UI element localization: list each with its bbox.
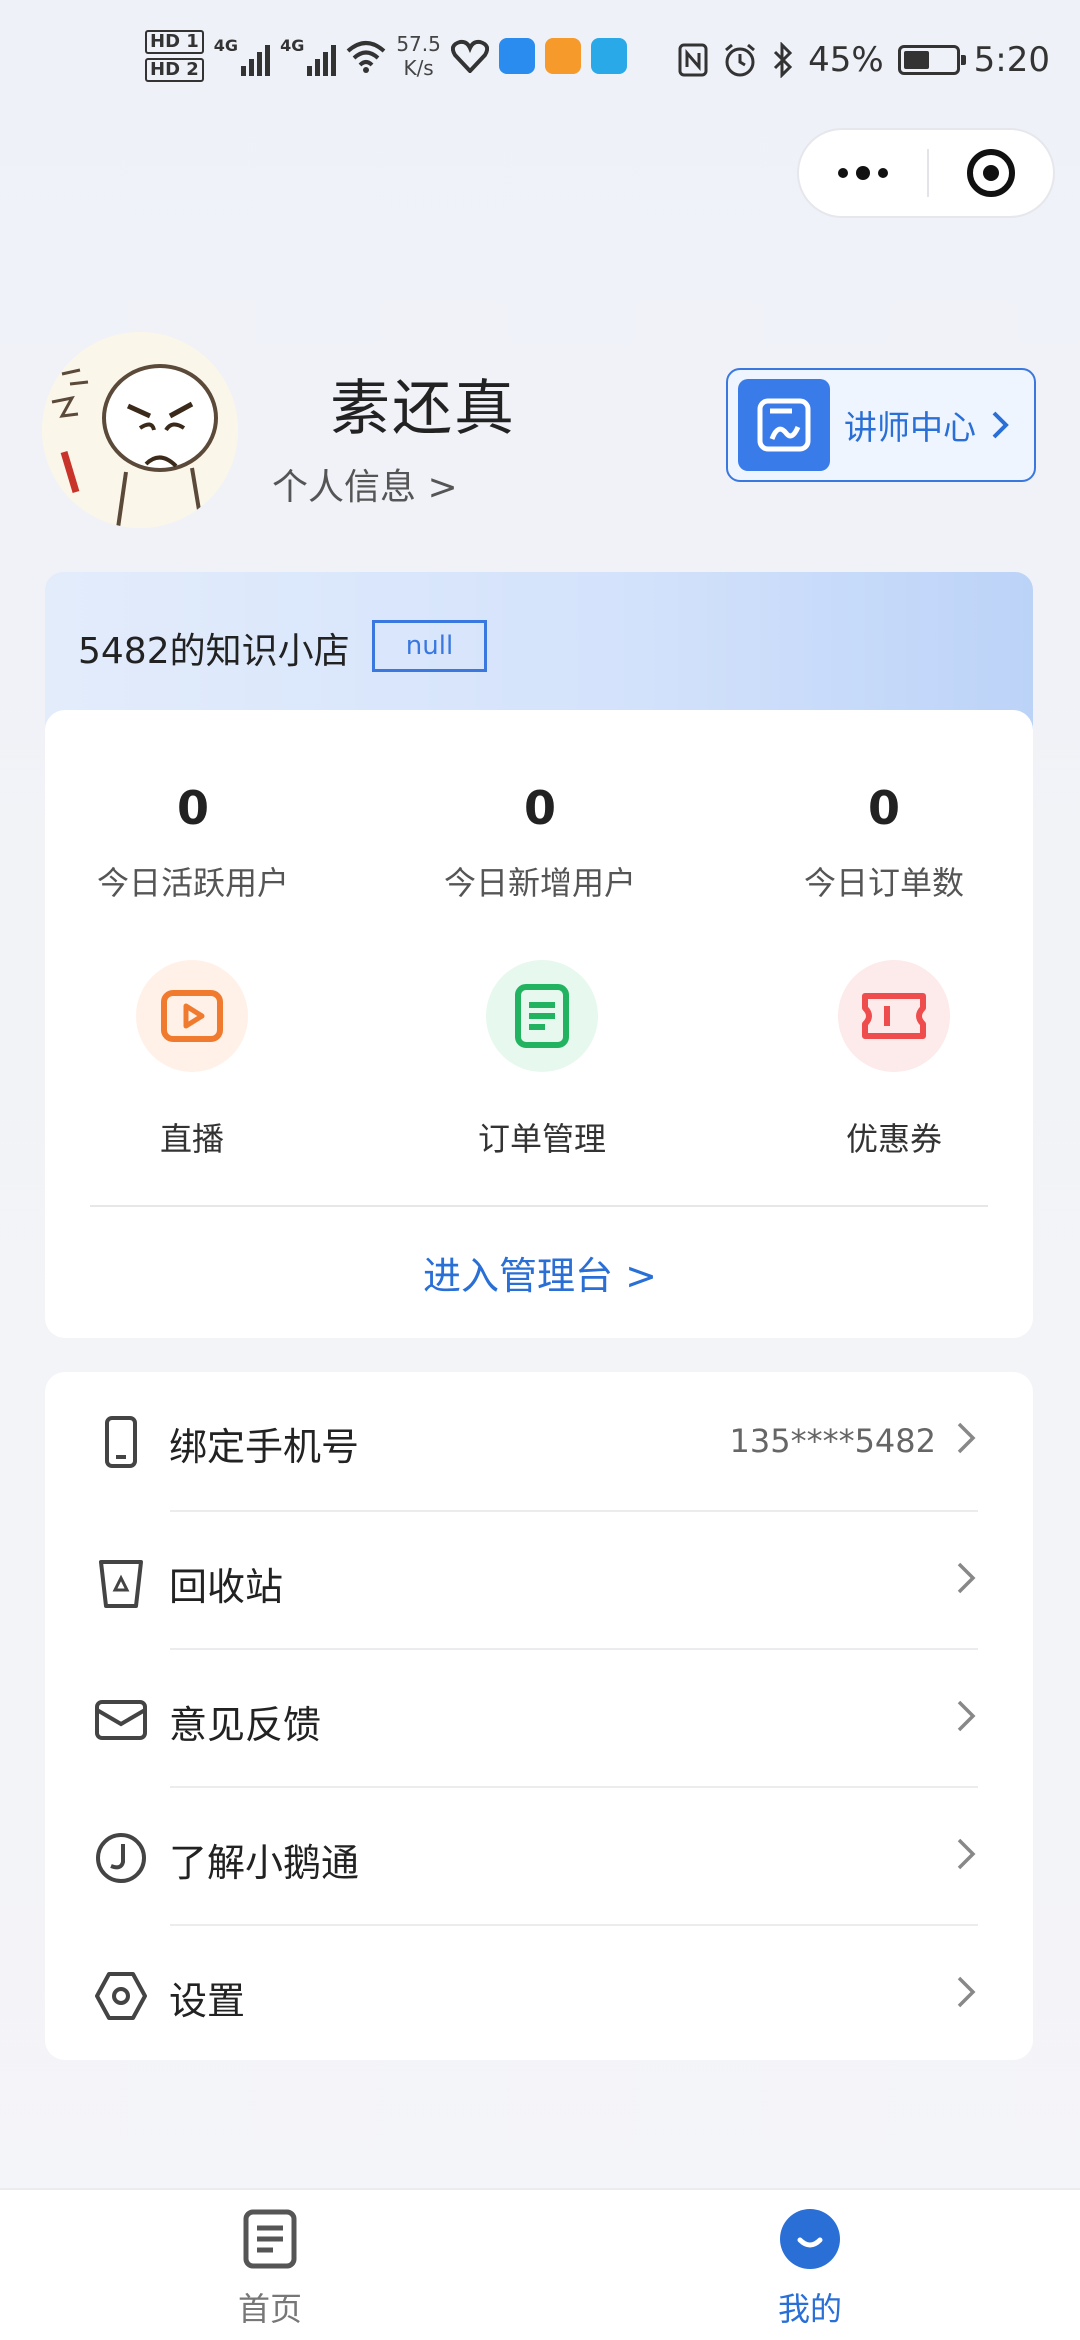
more-button[interactable] <box>799 130 927 216</box>
heart-app-icon <box>450 39 489 73</box>
stat-value: 0 <box>867 781 900 835</box>
miniprogram-capsule <box>797 128 1055 218</box>
shop-divider <box>90 1205 988 1207</box>
func-coupon[interactable]: 优惠券 <box>764 960 1024 1160</box>
battery-percent: 45% <box>808 40 884 80</box>
lecturer-icon <box>738 379 830 471</box>
stat-orders-today[interactable]: 0 今日订单数 <box>734 780 1034 904</box>
video-app-icon <box>544 38 581 74</box>
func-label: 订单管理 <box>477 1120 606 1158</box>
func-label: 优惠券 <box>845 1120 942 1158</box>
tab-bar <box>0 2188 1080 2340</box>
chevron-right-icon <box>957 1700 976 1732</box>
signal-icon: 4G <box>213 36 271 76</box>
chevron-right-icon <box>957 1976 976 2008</box>
hd2-badge: HD 2 <box>145 58 204 82</box>
menu-label: 绑定手机号 <box>169 1425 360 1469</box>
shop-tag: null <box>372 620 487 672</box>
net-speed: 57.5 K/s <box>396 32 441 80</box>
weather-app-icon <box>498 38 535 74</box>
mail-icon <box>95 1700 147 1740</box>
status-left: HD 1 HD 2 4G 4G 57.5 K/s <box>145 30 627 82</box>
coupon-icon <box>838 960 950 1072</box>
func-order-management[interactable]: 订单管理 <box>412 960 672 1160</box>
username: 素还真 <box>330 374 516 444</box>
personal-info-link[interactable]: 个人信息 > <box>272 458 458 510</box>
stat-new-users[interactable]: 0 今日新增用户 <box>390 780 690 904</box>
signal-icon-2: 4G <box>280 36 337 76</box>
live-icon <box>136 960 248 1072</box>
menu-label: 设置 <box>169 1979 246 2023</box>
func-live[interactable]: 直播 <box>62 960 322 1160</box>
tab-mine[interactable]: 我的 <box>710 2208 910 2330</box>
shop-title: 5482的知识小店 <box>78 631 350 672</box>
order-icon <box>486 960 598 1072</box>
menu-label: 回收站 <box>169 1565 284 1609</box>
menu-value: 135****5482 <box>729 1422 936 1460</box>
chevron-right-icon <box>992 411 1009 439</box>
nfc-icon <box>678 43 708 77</box>
close-target-icon <box>967 149 1015 197</box>
close-button[interactable] <box>929 130 1053 216</box>
battery-icon <box>897 45 966 75</box>
home-doc-icon <box>243 2209 297 2269</box>
status-bar: HD 1 HD 2 4G 4G 57.5 K/s 45% 5:20 <box>0 0 1080 130</box>
tab-home[interactable]: 首页 <box>170 2208 370 2330</box>
goose-icon <box>96 1833 146 1883</box>
wifi-icon <box>347 41 386 73</box>
phone-icon <box>105 1416 137 1468</box>
net-speed-value: 57.5 <box>396 32 441 56</box>
enter-admin-link[interactable]: 进入管理台 > <box>0 1245 1080 1300</box>
stat-value: 0 <box>523 781 556 835</box>
tab-label: 首页 <box>237 2290 302 2328</box>
alarm-icon <box>725 43 756 77</box>
settings-icon <box>95 1972 147 2020</box>
lecturer-label: 讲师中心 <box>844 408 976 447</box>
clock: 5:20 <box>973 40 1050 80</box>
stat-active-users[interactable]: 0 今日活跃用户 <box>43 780 343 904</box>
hd1-badge: HD 1 <box>145 30 204 54</box>
net-speed-unit: K/s <box>403 56 434 80</box>
menu-label: 意见反馈 <box>169 1703 322 1747</box>
menu-item-recycle-bin[interactable]: 回收站 <box>45 1512 1033 1650</box>
menu-item-bind-phone[interactable]: 绑定手机号 135****5482 <box>45 1372 1033 1510</box>
stat-label: 今日新增用户 <box>443 864 636 902</box>
func-label: 直播 <box>159 1120 224 1158</box>
avatar-drawing-icon <box>42 332 238 528</box>
menu-item-feedback[interactable]: 意见反馈 <box>45 1650 1033 1788</box>
chevron-right-icon <box>957 1562 976 1594</box>
avatar[interactable] <box>42 332 238 528</box>
signal-1-type: 4G <box>213 36 239 55</box>
signal-2-type: 4G <box>280 36 305 55</box>
lecturer-center-button[interactable]: 讲师中心 <box>726 368 1036 482</box>
menu-item-about[interactable]: 了解小鹅通 <box>45 1788 1033 1926</box>
stat-value: 0 <box>176 781 209 835</box>
tab-label: 我的 <box>777 2290 842 2328</box>
bluetooth-icon <box>774 42 793 78</box>
chevron-right-icon <box>957 1838 976 1870</box>
menu-item-settings[interactable]: 设置 <box>45 1926 1033 2064</box>
search-app-icon <box>590 38 627 74</box>
recycle-bin-icon <box>99 1560 143 1608</box>
chevron-right-icon <box>957 1422 976 1454</box>
status-right: 45% 5:20 <box>678 40 1050 80</box>
stat-label: 今日活跃用户 <box>96 864 289 902</box>
stat-label: 今日订单数 <box>803 864 964 902</box>
menu-label: 了解小鹅通 <box>169 1841 360 1885</box>
mine-smile-icon <box>780 2209 840 2269</box>
